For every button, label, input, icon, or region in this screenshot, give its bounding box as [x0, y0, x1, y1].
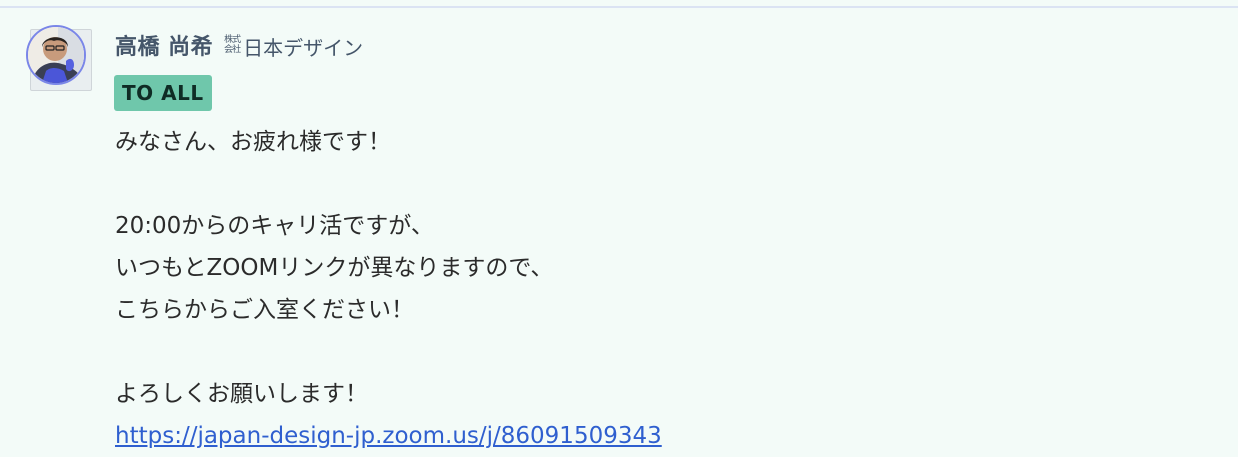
message-header: 高橋 尚希 株式会社 日本デザイン [115, 31, 363, 61]
company-name: 日本デザイン [243, 36, 364, 60]
sender-name[interactable]: 高橋 尚希 [115, 29, 213, 61]
to-all-badge: TO ALL [114, 75, 212, 111]
message-body: みなさん、お疲れ様です！ 20:00からのキャリ活ですが、 いつもとZOOMリン… [115, 121, 1195, 457]
message-line [115, 163, 1195, 205]
message-line [115, 331, 1195, 373]
message-line: こちらからご入室ください！ [115, 297, 414, 323]
zoom-link[interactable]: https://japan-design-jp.zoom.us/j/860915… [115, 423, 662, 449]
message-line: いつもとZOOMリンクが異なりますので、 [115, 255, 554, 281]
message-line: みなさん、お疲れ様です！ [115, 129, 391, 155]
avatar-container[interactable] [26, 25, 92, 91]
corp-mark: 株式会社 [224, 35, 241, 55]
avatar[interactable] [26, 25, 86, 85]
avatar-photo [28, 27, 84, 83]
message-line: よろしくお願いします！ [115, 381, 368, 407]
chat-message: 高橋 尚希 株式会社 日本デザイン TO ALL みなさん、お疲れ様です！ 20… [0, 8, 1238, 449]
message-line: 20:00からのキャリ活ですが、 [115, 213, 434, 239]
